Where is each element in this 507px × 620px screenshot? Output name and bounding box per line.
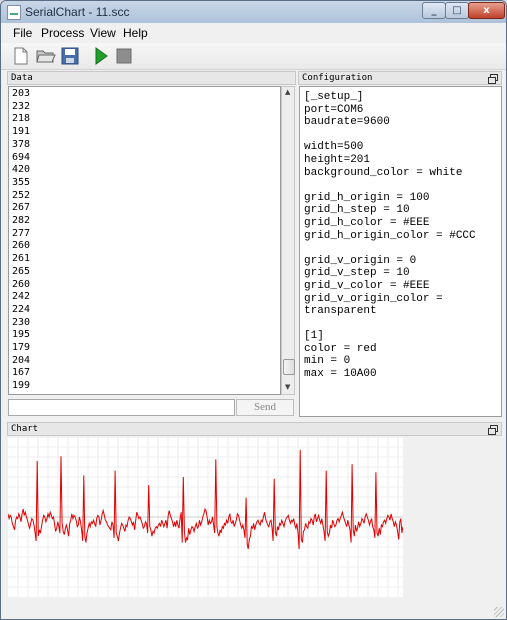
open-button[interactable] [35, 46, 56, 66]
config-line: grid_v_step = 10 [304, 267, 410, 280]
data-panel-title: Data [11, 73, 33, 83]
data-line: 218 [12, 113, 31, 125]
data-line: 204 [12, 354, 31, 366]
chart-panel-header: Chart [7, 422, 502, 436]
data-scrollbar[interactable]: ▲ ▼ [281, 86, 295, 395]
data-line: 232 [12, 100, 31, 112]
config-line: grid_v_origin = 0 [304, 254, 417, 267]
data-line: 179 [12, 342, 31, 354]
send-button[interactable]: Send [236, 399, 294, 416]
config-line [304, 242, 476, 255]
resize-grip[interactable] [494, 607, 504, 617]
send-input[interactable] [8, 399, 235, 416]
config-line: grid_v_origin_color = [304, 292, 443, 305]
menu-view[interactable]: View [90, 26, 116, 40]
menu-process[interactable]: Process [41, 26, 84, 40]
app-icon [7, 5, 21, 20]
config-line: grid_h_color = #EEE [304, 216, 430, 229]
scroll-up-icon[interactable]: ▲ [285, 88, 290, 96]
chart-panel-title: Chart [11, 424, 39, 434]
data-line: 282 [12, 215, 31, 227]
config-lines: [_setup_] port=COM6 baudrate=9600 width=50… [304, 91, 476, 381]
data-line: 230 [12, 316, 31, 328]
data-line: 199 [12, 380, 31, 392]
stop-icon [116, 48, 132, 64]
data-list[interactable]: 203 232 218 191 378 694 420 355 252 267 282 277 260 2… [8, 86, 281, 395]
config-line [304, 179, 476, 192]
scroll-down-icon[interactable]: ▼ [285, 383, 290, 391]
data-line: 190 [12, 393, 30, 394]
config-line: max = 10A00 [304, 368, 377, 381]
config-line: grid_h_origin = 100 [304, 191, 430, 204]
config-editor[interactable]: [_setup_] port=COM6 baudrate=9600 width=50… [299, 86, 502, 417]
config-panel-title: Configuration [302, 73, 373, 83]
chart-canvas [7, 436, 404, 597]
data-line: 260 [12, 240, 31, 252]
config-line: min = 0 [304, 355, 351, 368]
play-icon [95, 47, 108, 65]
minimize-icon: _ [431, 5, 437, 16]
save-disk-icon [61, 47, 79, 65]
save-button[interactable] [60, 46, 80, 66]
maximize-button[interactable]: □ [445, 2, 469, 19]
config-line: port=COM6 [304, 103, 364, 116]
data-line: 694 [12, 151, 31, 163]
undock-icon[interactable] [488, 74, 498, 84]
data-line: 378 [12, 138, 31, 150]
minimize-button[interactable]: _ [422, 2, 446, 19]
close-icon: x [483, 5, 490, 16]
toolbar [1, 43, 506, 70]
window-title: SerialChart - 11.scc [25, 5, 130, 19]
stop-button[interactable] [114, 46, 134, 66]
config-line: color = red [304, 342, 377, 355]
config-line: grid_v_color = #EEE [304, 279, 430, 292]
start-button[interactable] [91, 46, 111, 66]
new-file-button[interactable] [11, 46, 31, 66]
data-line: 277 [12, 227, 31, 239]
data-line: 203 [12, 88, 31, 99]
app-window: SerialChart - 11.scc _ □ x File Process … [0, 0, 507, 620]
data-panel-header: Data [7, 71, 296, 85]
config-line: width=500 [304, 141, 364, 154]
menu-file[interactable]: File [13, 26, 32, 40]
data-line: 267 [12, 202, 31, 214]
new-file-icon [14, 47, 28, 65]
config-line: grid_h_step = 10 [304, 204, 410, 217]
config-line: [_setup_] [304, 91, 364, 103]
data-line: 167 [12, 367, 31, 379]
close-button[interactable]: x [468, 2, 505, 19]
data-line: 265 [12, 265, 31, 277]
config-line: background_color = white [304, 166, 463, 179]
data-line: 420 [12, 164, 31, 176]
data-line: 224 [12, 303, 31, 315]
title-bar[interactable]: SerialChart - 11.scc _ □ x [1, 1, 506, 23]
data-line: 260 [12, 278, 31, 290]
data-line: 355 [12, 176, 31, 188]
menu-bar: File Process View Help [1, 23, 506, 43]
config-line: transparent [304, 305, 377, 318]
data-line: 242 [12, 291, 31, 303]
menu-help[interactable]: Help [123, 26, 148, 40]
config-line: [1] [304, 330, 324, 343]
data-lines: 203 232 218 191 378 694 420 355 252 267 282 277 260 2… [12, 88, 31, 394]
data-line: 261 [12, 253, 31, 265]
data-line: 252 [12, 189, 31, 201]
data-line: 195 [12, 329, 31, 341]
config-line: height=201 [304, 153, 371, 166]
data-line: 191 [12, 126, 31, 138]
maximize-icon: □ [452, 5, 462, 16]
undock-icon[interactable] [488, 425, 498, 435]
config-line: baudrate=9600 [304, 116, 390, 129]
chart-area [7, 436, 501, 613]
config-line: grid_h_origin_color = #CCC [304, 229, 476, 242]
config-panel-header: Configuration [298, 71, 502, 85]
config-line [304, 318, 476, 331]
config-line [304, 129, 476, 142]
open-folder-icon [36, 50, 56, 63]
scroll-thumb[interactable] [283, 359, 295, 375]
